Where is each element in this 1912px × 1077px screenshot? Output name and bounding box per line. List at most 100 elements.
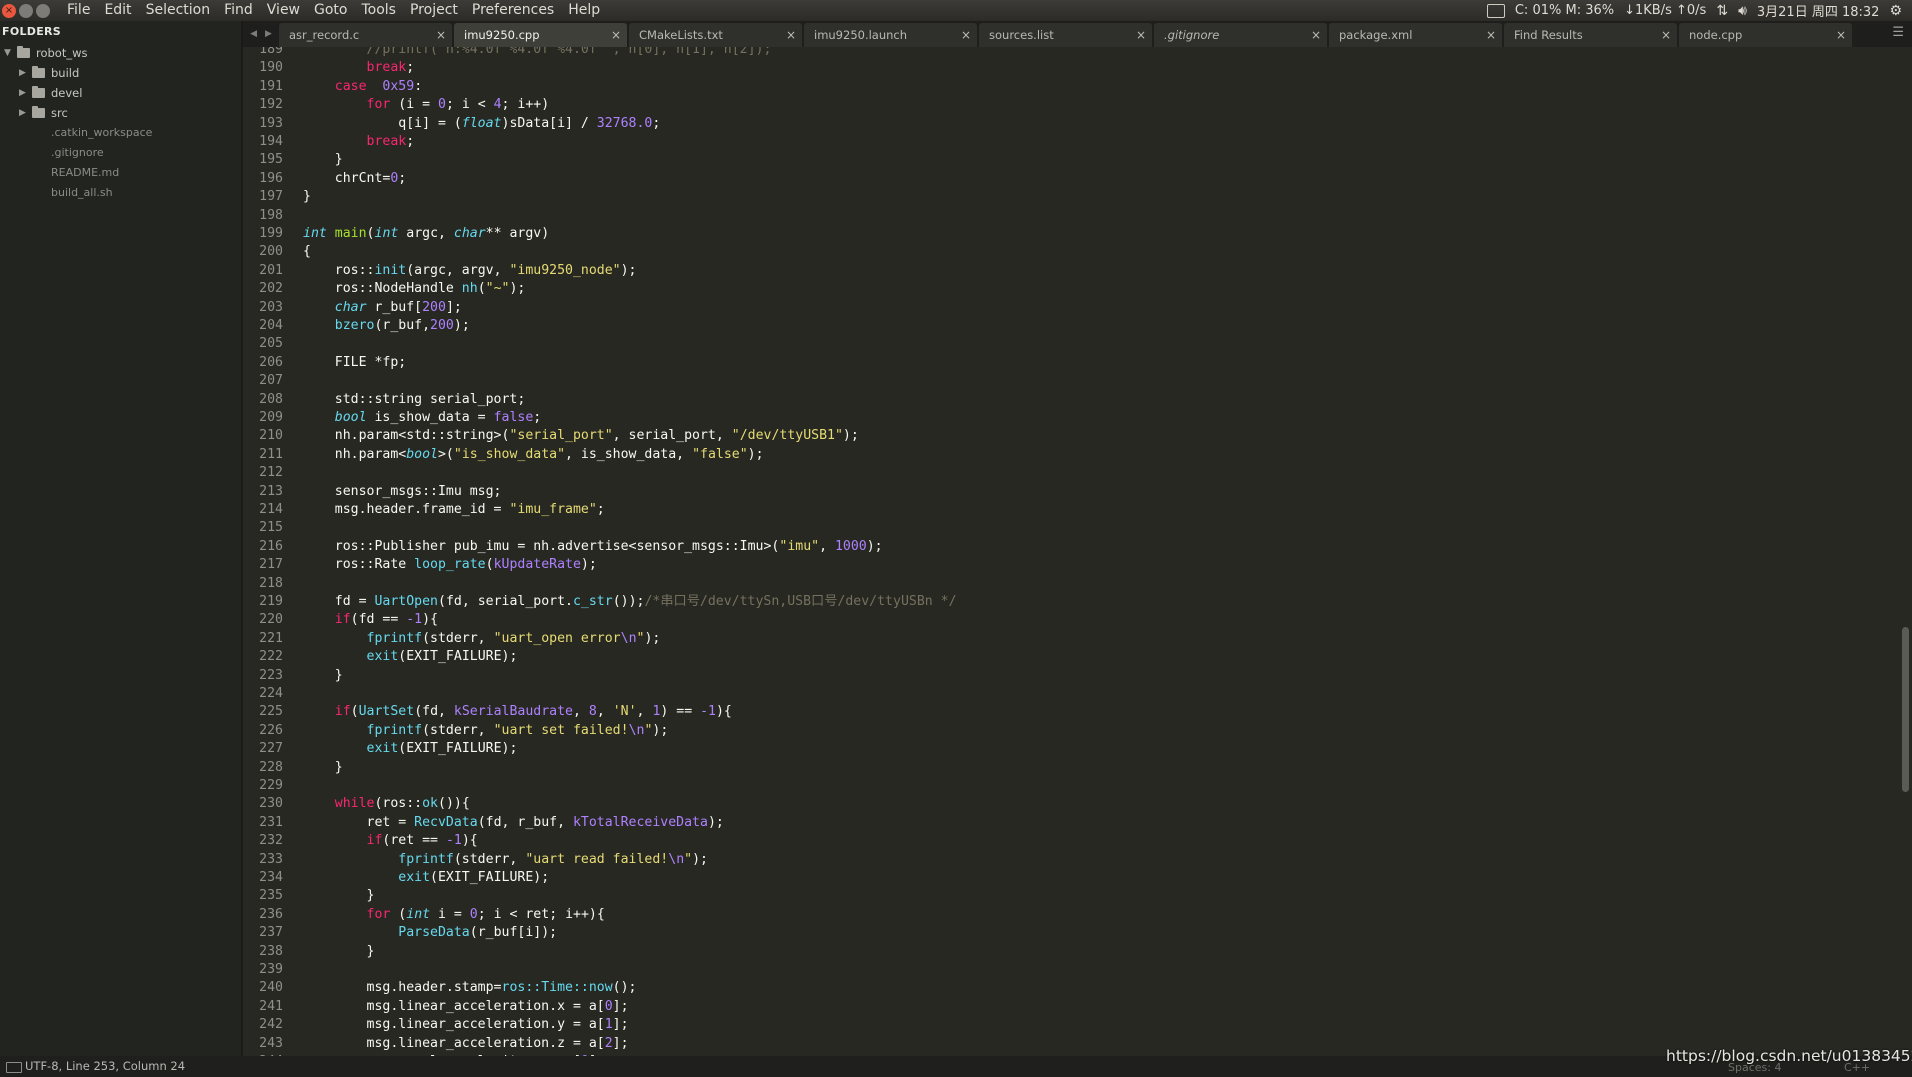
close-tab-icon[interactable]: × bbox=[961, 23, 971, 47]
code-line[interactable]: break; bbox=[303, 59, 415, 77]
code-line[interactable]: sensor_msgs::Imu msg; bbox=[303, 483, 502, 501]
maximize-window-button[interactable] bbox=[36, 3, 50, 18]
volume-icon[interactable]: 🔊︎ bbox=[1738, 3, 1747, 19]
code-line[interactable]: case 0x59: bbox=[303, 78, 422, 96]
collapsed-arrow-icon[interactable]: ▶ bbox=[19, 63, 26, 83]
menu-selection[interactable]: Selection bbox=[139, 0, 218, 21]
code-line[interactable]: fprintf(stderr, "uart read failed!\n"); bbox=[303, 851, 708, 869]
close-tab-icon[interactable]: × bbox=[611, 23, 621, 47]
code-editor[interactable]: 189 190 191 192 193 194 195 196 197 198 199 200 201 2… bbox=[243, 47, 1912, 1056]
close-tab-icon[interactable]: × bbox=[1486, 23, 1496, 47]
code-line[interactable]: } bbox=[303, 188, 311, 206]
code-line[interactable]: break; bbox=[303, 133, 415, 151]
code-line[interactable]: if(fd == -1){ bbox=[303, 611, 438, 629]
system-monitor[interactable]: C: 01% M: 36% bbox=[1515, 3, 1614, 18]
code-line[interactable]: msg.linear_acceleration.x = a[0]; bbox=[303, 998, 629, 1016]
vertical-scrollbar[interactable] bbox=[1898, 47, 1912, 1056]
code-line[interactable]: while(ros::ok()){ bbox=[303, 795, 470, 813]
code-line[interactable]: } bbox=[303, 943, 375, 961]
code-line[interactable]: msg.linear_acceleration.z = a[2]; bbox=[303, 1035, 629, 1053]
tree-root-robot-ws[interactable]: ▼ robot_ws bbox=[0, 43, 241, 63]
tab-gitignore[interactable]: .gitignore × bbox=[1154, 23, 1327, 47]
menu-help[interactable]: Help bbox=[561, 0, 607, 21]
code-line[interactable]: bzero(r_buf,200); bbox=[303, 317, 470, 335]
code-line[interactable]: msg.header.stamp=ros::Time::now(); bbox=[303, 979, 637, 997]
tab-cmakelists-txt[interactable]: CMakeLists.txt × bbox=[629, 23, 802, 47]
code-line[interactable]: exit(EXIT_FAILURE); bbox=[303, 869, 549, 887]
keyboard-icon[interactable] bbox=[1486, 3, 1505, 18]
tree-folder-devel[interactable]: ▶ devel bbox=[0, 83, 241, 103]
close-tab-icon[interactable]: × bbox=[786, 23, 796, 47]
code-line[interactable]: ros::Publisher pub_imu = nh.advertise<se… bbox=[303, 538, 883, 556]
tab-sources-list[interactable]: sources.list × bbox=[979, 23, 1152, 47]
code-line[interactable]: { bbox=[303, 243, 311, 261]
code-line[interactable]: exit(EXIT_FAILURE); bbox=[303, 740, 518, 758]
tree-file-readme[interactable]: README.md bbox=[0, 163, 241, 183]
code-line[interactable]: ros::Rate loop_rate(kUpdateRate); bbox=[303, 556, 597, 574]
menu-tools[interactable]: Tools bbox=[354, 0, 403, 21]
code-line[interactable]: ParseData(r_buf[i]); bbox=[303, 924, 557, 942]
tab-node-cpp[interactable]: node.cpp × bbox=[1679, 23, 1852, 47]
code-line[interactable]: } bbox=[303, 667, 343, 685]
collapsed-arrow-icon[interactable]: ▶ bbox=[19, 103, 26, 123]
tree-file-catkin-workspace[interactable]: .catkin_workspace bbox=[0, 123, 241, 143]
code-line[interactable]: for (i = 0; i < 4; i++) bbox=[303, 96, 550, 114]
close-tab-icon[interactable]: × bbox=[436, 23, 446, 47]
code-line[interactable]: nh.param<bool>("is_show_data", is_show_d… bbox=[303, 446, 764, 464]
code-line[interactable]: msg.header.frame_id = "imu_frame"; bbox=[303, 501, 605, 519]
menu-project[interactable]: Project bbox=[403, 0, 465, 21]
close-window-button[interactable]: × bbox=[2, 3, 16, 18]
code-line[interactable]: ret = RecvData(fd, r_buf, kTotalReceiveD… bbox=[303, 814, 724, 832]
collapsed-arrow-icon[interactable]: ▶ bbox=[19, 83, 26, 103]
code-line[interactable]: int main(int argc, char** argv) bbox=[303, 225, 549, 243]
code-line[interactable]: nh.param<std::string>("serial_port", ser… bbox=[303, 427, 859, 445]
code-line[interactable]: FILE *fp; bbox=[303, 354, 406, 372]
code-line[interactable]: //printf("h:%4.0f %4.0f %4.0f ", h[0], h… bbox=[303, 47, 772, 59]
tree-folder-build[interactable]: ▶ build bbox=[0, 63, 241, 83]
code-line[interactable]: q[i] = (float)sData[i] / 32768.0; bbox=[303, 115, 660, 133]
menu-goto[interactable]: Goto bbox=[307, 0, 354, 21]
code-line[interactable]: } bbox=[303, 759, 343, 777]
code-line[interactable]: ros::init(argc, argv, "imu9250_node"); bbox=[303, 262, 637, 280]
code-line[interactable]: msg.linear_acceleration.y = a[1]; bbox=[303, 1016, 629, 1034]
tab-menu-icon[interactable]: ☰ bbox=[1892, 25, 1904, 40]
code-line[interactable]: if(ret == -1){ bbox=[303, 832, 478, 850]
tab-imu9250-cpp[interactable]: imu9250.cpp × bbox=[454, 23, 627, 47]
tab-find-results[interactable]: Find Results × bbox=[1504, 23, 1677, 47]
code-line[interactable]: } bbox=[303, 151, 343, 169]
close-tab-icon[interactable]: × bbox=[1311, 23, 1321, 47]
tab-next-icon[interactable]: ▶ bbox=[265, 29, 272, 39]
code-line[interactable]: fprintf(stderr, "uart_open error\n"); bbox=[303, 630, 661, 648]
tab-package-xml[interactable]: package.xml × bbox=[1329, 23, 1502, 47]
close-tab-icon[interactable]: × bbox=[1836, 23, 1846, 47]
menu-view[interactable]: View bbox=[260, 0, 307, 21]
network-speed[interactable]: ↓1KB/s ↑0/s bbox=[1624, 3, 1706, 18]
expanded-arrow-icon[interactable]: ▼ bbox=[4, 43, 11, 63]
tab-asr-record-c[interactable]: asr_record.c × bbox=[279, 23, 452, 47]
tree-file-build-all[interactable]: build_all.sh bbox=[0, 183, 241, 203]
tree-folder-src[interactable]: ▶ src bbox=[0, 103, 241, 123]
tab-imu9250-launch[interactable]: imu9250.launch × bbox=[804, 23, 977, 47]
network-icon[interactable]: ⇅ bbox=[1716, 3, 1728, 19]
menu-preferences[interactable]: Preferences bbox=[465, 0, 561, 21]
menu-find[interactable]: Find bbox=[217, 0, 260, 21]
code-line[interactable]: } bbox=[303, 887, 375, 905]
minimize-window-button[interactable] bbox=[19, 3, 33, 18]
code-line[interactable]: chrCnt=0; bbox=[303, 170, 407, 188]
close-tab-icon[interactable]: × bbox=[1661, 23, 1671, 47]
code-line[interactable]: if(UartSet(fd, kSerialBaudrate, 8, 'N', … bbox=[303, 703, 732, 721]
code-line[interactable]: exit(EXIT_FAILURE); bbox=[303, 648, 518, 666]
settings-gear-icon[interactable]: ⚙ bbox=[1889, 3, 1902, 19]
menu-edit[interactable]: Edit bbox=[97, 0, 138, 21]
code-line[interactable]: std::string serial_port; bbox=[303, 391, 526, 409]
menu-file[interactable]: File bbox=[60, 0, 97, 21]
code-line[interactable]: fd = UartOpen(fd, serial_port.c_str());/… bbox=[303, 593, 957, 611]
code-line[interactable]: for (int i = 0; i < ret; i++){ bbox=[303, 906, 605, 924]
close-tab-icon[interactable]: × bbox=[1136, 23, 1146, 47]
code-line[interactable]: fprintf(stderr, "uart set failed!\n"); bbox=[303, 722, 669, 740]
code-line[interactable]: bool is_show_data = false; bbox=[303, 409, 541, 427]
code-line[interactable]: char r_buf[200]; bbox=[303, 299, 462, 317]
scrollbar-thumb[interactable] bbox=[1902, 627, 1909, 792]
clock[interactable]: 3月21日 周四 18:32 bbox=[1757, 1, 1880, 20]
tree-file-gitignore[interactable]: .gitignore bbox=[0, 143, 241, 163]
